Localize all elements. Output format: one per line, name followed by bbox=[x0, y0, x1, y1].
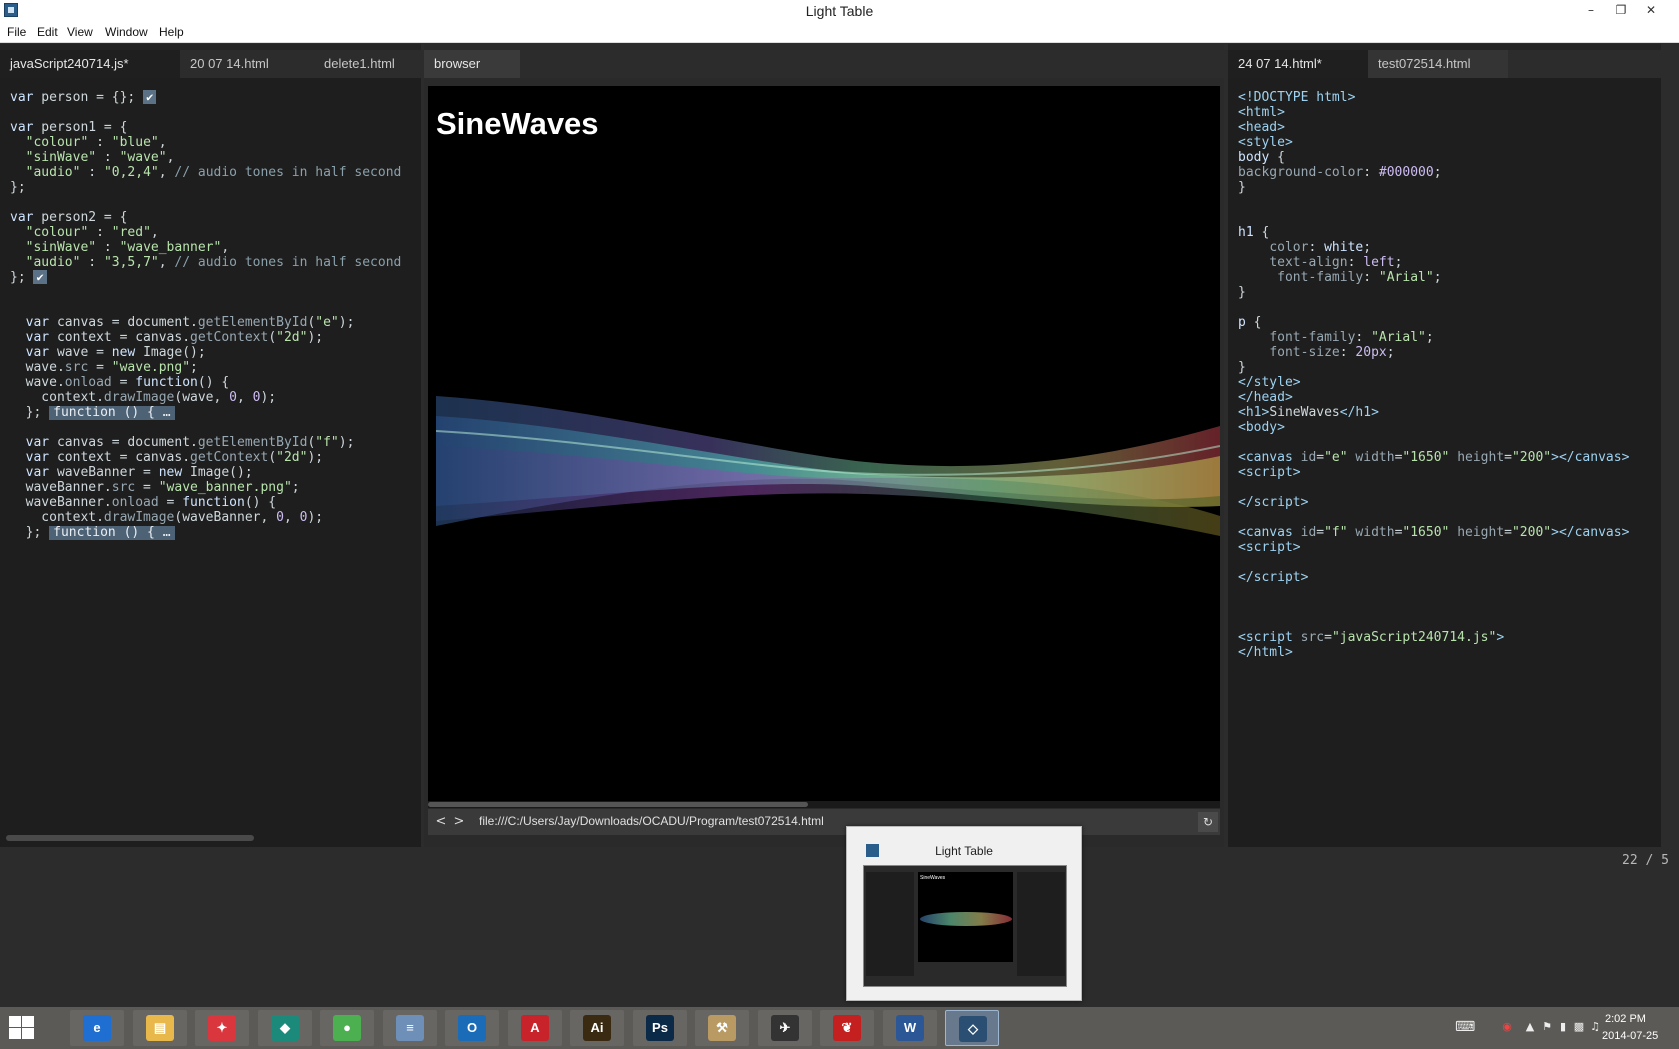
browser-horizontal-scrollbar[interactable] bbox=[428, 801, 1220, 808]
inline-result-fold[interactable]: function () { … bbox=[49, 526, 175, 540]
tab-20-07-14[interactable]: 20 07 14.html bbox=[180, 50, 279, 78]
left-horizontal-scrollbar[interactable] bbox=[6, 835, 254, 841]
html-code-editor[interactable]: <!DOCTYPE html> <html> <head> <style> bo… bbox=[1228, 78, 1661, 847]
app-3-icon: ✦ bbox=[208, 1015, 236, 1041]
html-source-code: <!DOCTYPE html> <html> <head> <style> bo… bbox=[1238, 90, 1630, 660]
clock-date[interactable]: 2014-07-25 bbox=[1602, 1030, 1658, 1042]
calculator-icon: ≡ bbox=[396, 1015, 424, 1041]
browser-pane: browser SineWaves < > file:///C:/Users/J… bbox=[424, 44, 1224, 847]
taskbar-app-word[interactable]: W bbox=[883, 1010, 937, 1046]
word-icon: W bbox=[896, 1015, 924, 1041]
app-4-icon: ◆ bbox=[271, 1015, 299, 1041]
menu-edit[interactable]: Edit bbox=[37, 25, 58, 39]
window-title: Light Table bbox=[805, 3, 874, 19]
tab-browser[interactable]: browser bbox=[424, 50, 520, 78]
app-window: Light Table – ❐ ✕ File Edit View Window … bbox=[0, 0, 1679, 1049]
rhino-icon: ✈ bbox=[771, 1015, 799, 1041]
taskbar-app-photoshop[interactable]: Ps bbox=[633, 1010, 687, 1046]
clock-time[interactable]: 2:02 PM bbox=[1605, 1013, 1646, 1025]
taskbar-app-acrobat[interactable]: ❦ bbox=[820, 1010, 874, 1046]
taskbar-app-light-table[interactable]: ◇ bbox=[945, 1010, 999, 1046]
status-counter: 22 / 5 bbox=[1622, 853, 1669, 868]
internet-explorer-icon: e bbox=[83, 1015, 111, 1041]
file-explorer-icon: ▤ bbox=[146, 1015, 174, 1041]
thumbnail-wave bbox=[920, 912, 1012, 926]
system-tray: ⌨ ◉ ▲ ⚑ ▮ ▩ ♫ 2:02 PM 2014-07-25 bbox=[1450, 1007, 1679, 1049]
menu-file[interactable]: File bbox=[7, 25, 26, 39]
minimize-button[interactable]: – bbox=[1576, 0, 1606, 20]
acrobat-icon: ❦ bbox=[833, 1015, 861, 1041]
photoshop-icon: Ps bbox=[646, 1015, 674, 1041]
url-field[interactable]: file:///C:/Users/Jay/Downloads/OCADU/Pro… bbox=[479, 814, 824, 828]
taskbar-app-calculator[interactable]: ≡ bbox=[383, 1010, 437, 1046]
thumbnail-left-pane bbox=[866, 872, 914, 976]
thumbnail-heading: SineWaves bbox=[920, 875, 946, 881]
menu-view[interactable]: View bbox=[67, 25, 93, 39]
taskbar-app-chrome[interactable]: ● bbox=[320, 1010, 374, 1046]
windows-start-icon[interactable] bbox=[8, 1015, 36, 1041]
thumbnail-screenshot: SineWaves bbox=[863, 865, 1067, 987]
keyboard-icon[interactable]: ⌨ bbox=[1455, 1020, 1475, 1034]
flag-icon[interactable]: ⚑ bbox=[1540, 1020, 1554, 1034]
utility-icon: ⚒ bbox=[708, 1015, 736, 1041]
sine-wave-image bbox=[436, 396, 1220, 536]
js-code-editor[interactable]: var person = {}; ✔ var person1 = { "colo… bbox=[0, 78, 421, 847]
workspace: javaScript240714.js* 20 07 14.html delet… bbox=[0, 44, 1679, 1007]
browser-viewport[interactable]: SineWaves bbox=[428, 86, 1220, 801]
taskbar-app-autodesk[interactable]: A bbox=[508, 1010, 562, 1046]
tab-test072514[interactable]: test072514.html bbox=[1368, 50, 1508, 78]
taskbar-app-outlook[interactable]: O bbox=[445, 1010, 499, 1046]
taskbar-app-internet-explorer[interactable]: e bbox=[70, 1010, 124, 1046]
js-source-code: var person = {}; ✔ var person1 = { "colo… bbox=[10, 90, 402, 540]
browser-scroll-thumb[interactable] bbox=[428, 802, 808, 807]
thumbnail-right-pane bbox=[1017, 872, 1065, 976]
show-hidden-icons-icon[interactable]: ▲ bbox=[1523, 1020, 1537, 1034]
alert-app-icon[interactable]: ◉ bbox=[1500, 1020, 1514, 1034]
left-editor-pane: javaScript240714.js* 20 07 14.html delet… bbox=[0, 44, 421, 847]
light-table-icon: ◇ bbox=[959, 1016, 987, 1042]
menu-bar: File Edit View Window Help bbox=[0, 23, 1679, 43]
inline-result-fold[interactable]: function () { … bbox=[49, 406, 175, 420]
result-checkmark-icon: ✔ bbox=[143, 90, 157, 104]
right-tab-bar: 24 07 14.html* test072514.html bbox=[1228, 50, 1661, 78]
forward-button[interactable]: > bbox=[450, 813, 468, 831]
network-signal-icon[interactable]: ▩ bbox=[1572, 1020, 1586, 1034]
battery-icon[interactable]: ▮ bbox=[1556, 1020, 1570, 1034]
close-button[interactable]: ✕ bbox=[1636, 0, 1666, 20]
taskbar-app-app-4[interactable]: ◆ bbox=[258, 1010, 312, 1046]
menu-window[interactable]: Window bbox=[105, 25, 148, 39]
tab-javascript240714[interactable]: javaScript240714.js* bbox=[0, 50, 180, 78]
autodesk-icon: A bbox=[521, 1015, 549, 1041]
tab-delete1[interactable]: delete1.html bbox=[314, 50, 405, 78]
outlook-icon: O bbox=[458, 1015, 486, 1041]
right-editor-pane: 24 07 14.html* test072514.html <!DOCTYPE… bbox=[1228, 44, 1661, 847]
left-tab-bar: javaScript240714.js* 20 07 14.html delet… bbox=[0, 50, 421, 78]
chrome-icon: ● bbox=[333, 1015, 361, 1041]
taskbar-app-file-explorer[interactable]: ▤ bbox=[133, 1010, 187, 1046]
tab-24-07-14[interactable]: 24 07 14.html* bbox=[1228, 50, 1368, 78]
taskbar-app-app-3[interactable]: ✦ bbox=[195, 1010, 249, 1046]
title-bar: Light Table – ❐ ✕ bbox=[0, 0, 1679, 23]
maximize-button[interactable]: ❐ bbox=[1606, 0, 1636, 20]
address-bar: < > file:///C:/Users/Jay/Downloads/OCADU… bbox=[428, 809, 1220, 835]
taskbar-app-rhino[interactable]: ✈ bbox=[758, 1010, 812, 1046]
taskbar: e ▤ ✦ ◆ ● ≡ O A Ai Ps ⚒ ✈ ❦ W ◇ ⌨ ◉ ▲ ⚑ ▮ ▩ ♫ 2:02 PM … bbox=[0, 1007, 1679, 1049]
illustrator-icon: Ai bbox=[583, 1015, 611, 1041]
taskbar-app-illustrator[interactable]: Ai bbox=[570, 1010, 624, 1046]
refresh-icon[interactable]: ↻ bbox=[1198, 812, 1218, 832]
menu-help[interactable]: Help bbox=[159, 25, 184, 39]
taskbar-app-utility[interactable]: ⚒ bbox=[695, 1010, 749, 1046]
back-button[interactable]: < bbox=[432, 813, 450, 831]
thumbnail-browser: SineWaves bbox=[918, 872, 1013, 962]
browser-tab-bar: browser bbox=[424, 50, 1224, 78]
thumbnail-title: Light Table bbox=[935, 844, 993, 858]
taskbar-thumbnail-preview[interactable]: Light Table SineWaves bbox=[846, 826, 1082, 1001]
page-heading: SineWaves bbox=[436, 106, 599, 141]
volume-icon[interactable]: ♫ bbox=[1588, 1020, 1602, 1034]
result-checkmark-icon: ✔ bbox=[33, 270, 47, 284]
